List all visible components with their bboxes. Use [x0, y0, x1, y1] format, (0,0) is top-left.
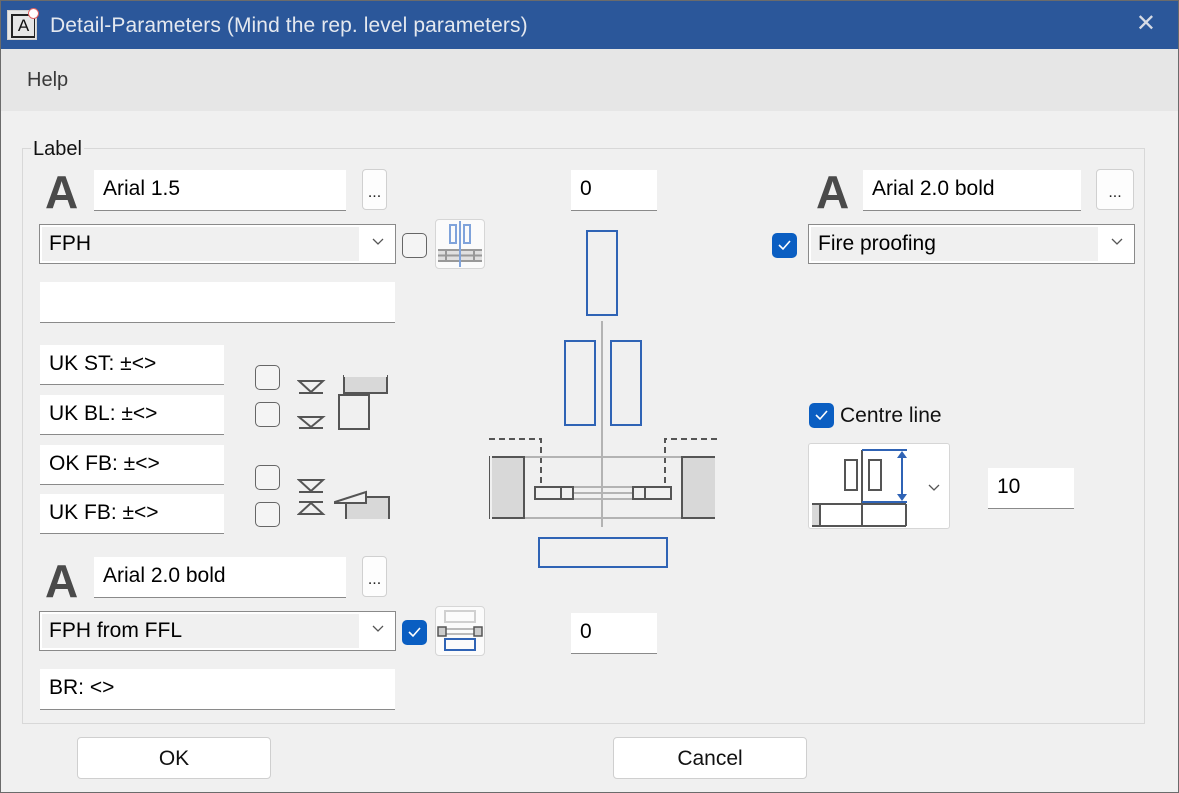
slab-beam-icon [338, 375, 388, 430]
menu-bar: Help [1, 49, 1178, 111]
checkmark-icon [815, 410, 828, 421]
font-icon: A [816, 166, 850, 218]
section-preview-diagram [489, 230, 718, 568]
bottom-left-font-field[interactable]: Arial 2.0 bold [94, 557, 346, 598]
top-label-position-icon [438, 221, 482, 267]
top-left-text-field[interactable] [40, 282, 395, 323]
floor-finish-icon [334, 490, 390, 519]
top-left-label-combo[interactable]: FPH [39, 224, 396, 264]
bottom-left-font-browse-button[interactable]: ... [362, 556, 387, 597]
combo-value: FPH [42, 227, 359, 261]
level-marker-ok-fb-icon [297, 479, 326, 493]
top-right-label-checkbox[interactable] [772, 233, 797, 258]
bottom-left-label-combo[interactable]: FPH from FFL [39, 611, 396, 651]
centre-line-checkbox[interactable] [809, 403, 834, 428]
font-icon: A [45, 555, 79, 607]
top-left-font-field[interactable]: Arial 1.5 [94, 170, 346, 211]
dialog-window: A Detail-Parameters (Mind the rep. level… [0, 0, 1179, 793]
level-marker-icons-upper [297, 380, 326, 429]
centre-line-label[interactable]: Centre line [840, 404, 942, 428]
checkbox-uk-bl[interactable] [255, 402, 280, 427]
bottom-left-label-checkbox[interactable] [402, 620, 427, 645]
bottom-label-position-icon [437, 610, 483, 651]
level-marker-uk-bl-icon [297, 416, 326, 429]
preview-label-box-left [564, 340, 596, 426]
top-right-font-browse-button[interactable]: ... [1096, 169, 1134, 210]
centre-line-style-dropdown[interactable] [808, 443, 950, 529]
combo-value: FPH from FFL [42, 614, 359, 648]
cancel-button[interactable]: Cancel [613, 737, 807, 779]
chevron-down-icon [928, 484, 940, 491]
bottom-label-position-button[interactable] [435, 606, 485, 656]
ok-button[interactable]: OK [77, 737, 271, 779]
window-title: Detail-Parameters (Mind the rep. level p… [50, 14, 528, 37]
close-button[interactable]: ✕ [1136, 10, 1156, 38]
top-left-label-checkbox[interactable] [402, 233, 427, 258]
menu-item-help[interactable]: Help [27, 69, 68, 92]
top-label-position-button[interactable] [435, 219, 485, 269]
app-letter-a-icon: A [7, 8, 39, 40]
top-left-font-browse-button[interactable]: ... [362, 169, 387, 210]
height-field-uk-st[interactable]: UK ST: ±<> [40, 345, 224, 385]
checkbox-uk-st[interactable] [255, 365, 280, 390]
preview-wall-right [681, 456, 717, 519]
font-icon: A [45, 166, 79, 218]
chevron-down-icon [372, 625, 384, 632]
top-offset-field[interactable]: 0 [571, 170, 657, 211]
checkbox-ok-fb[interactable] [255, 465, 280, 490]
title-bar: A Detail-Parameters (Mind the rep. level… [1, 1, 1178, 49]
level-marker-icons-lower [297, 479, 326, 515]
preview-bottom-label-box [538, 537, 668, 568]
bottom-offset-field[interactable]: 0 [571, 613, 657, 654]
checkbox-uk-fb[interactable] [255, 502, 280, 527]
chevron-down-icon [372, 238, 384, 245]
group-legend: Label [31, 138, 84, 161]
bottom-left-text-field[interactable]: BR: <> [40, 669, 395, 710]
preview-wall-left [489, 456, 525, 519]
checkmark-icon [408, 627, 421, 638]
preview-top-label-box [586, 230, 618, 316]
height-field-uk-fb[interactable]: UK FB: ±<> [40, 494, 224, 534]
close-icon: ✕ [1135, 10, 1156, 37]
combo-value: Fire proofing [811, 227, 1098, 261]
top-right-font-field[interactable]: Arial 2.0 bold [863, 170, 1081, 211]
chevron-down-icon [1111, 238, 1123, 245]
height-field-ok-fb[interactable]: OK FB: ±<> [40, 445, 224, 485]
top-right-label-combo[interactable]: Fire proofing [808, 224, 1135, 264]
checkmark-icon [778, 240, 791, 251]
centre-line-distance-field[interactable]: 10 [988, 468, 1074, 509]
centre-line-distance-icon [812, 449, 907, 527]
preview-label-box-right [610, 340, 642, 426]
level-marker-uk-fb-icon [297, 501, 326, 515]
height-field-uk-bl[interactable]: UK BL: ±<> [40, 395, 224, 435]
level-marker-uk-st-icon [297, 380, 326, 394]
